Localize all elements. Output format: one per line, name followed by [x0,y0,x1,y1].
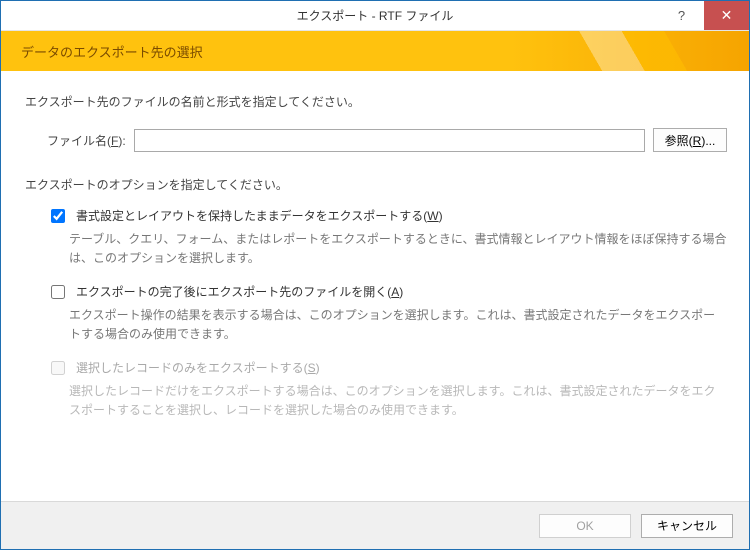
browse-button[interactable]: 参照(R)... [653,128,727,152]
banner: データのエクスポート先の選択 [1,31,749,71]
option-label: エクスポートの完了後にエクスポート先のファイルを開く(A) [76,283,403,300]
option-description: テーブル、クエリ、フォーム、またはレポートをエクスポートするときに、書式情報とレ… [69,230,727,267]
option-description: 選択したレコードだけをエクスポートする場合は、このオプションを選択します。これは… [69,382,727,419]
instruction-text: エクスポート先のファイルの名前と形式を指定してください。 [25,93,727,110]
window-controls: ? ✕ [659,1,749,30]
file-name-input[interactable] [134,129,645,152]
close-button[interactable]: ✕ [704,1,749,30]
file-row: ファイル名(F): 参照(R)... [47,128,727,152]
window-title: エクスポート - RTF ファイル [1,7,749,24]
checkbox-selected-records [51,361,65,375]
ok-button: OK [539,514,631,538]
option-selected-records: 選択したレコードのみをエクスポートする(S) [47,359,727,378]
content-area: エクスポート先のファイルの名前と形式を指定してください。 ファイル名(F): 参… [1,71,749,501]
option-description: エクスポート操作の結果を表示する場合は、このオプションを選択します。これは、書式… [69,306,727,343]
option-preserve-formatting[interactable]: 書式設定とレイアウトを保持したままデータをエクスポートする(W) [47,207,727,226]
file-name-label: ファイル名(F): [47,132,126,149]
banner-heading: データのエクスポート先の選択 [21,42,203,61]
checkbox-preserve-formatting[interactable] [51,209,65,223]
footer: OK キャンセル [1,501,749,549]
title-bar: エクスポート - RTF ファイル ? ✕ [1,1,749,31]
option-open-after-export[interactable]: エクスポートの完了後にエクスポート先のファイルを開く(A) [47,283,727,302]
options-instruction: エクスポートのオプションを指定してください。 [25,176,727,193]
option-label: 選択したレコードのみをエクスポートする(S) [76,359,320,376]
checkbox-open-after-export[interactable] [51,285,65,299]
option-label: 書式設定とレイアウトを保持したままデータをエクスポートする(W) [76,207,443,224]
cancel-button[interactable]: キャンセル [641,514,733,538]
help-button[interactable]: ? [659,1,704,30]
